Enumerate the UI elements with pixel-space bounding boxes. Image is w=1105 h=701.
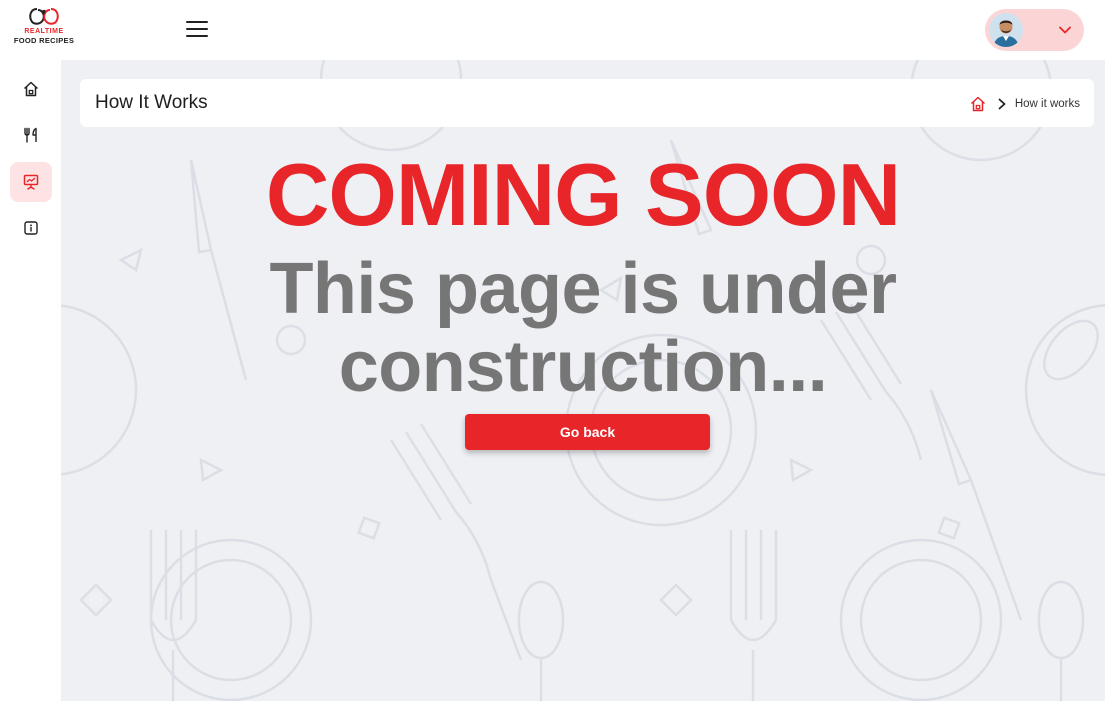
- sidebar-item-home[interactable]: [10, 69, 52, 109]
- hamburger-icon[interactable]: [186, 21, 208, 39]
- home-icon[interactable]: [969, 95, 987, 113]
- main-content: How It Works How it works COMING SOON Th…: [61, 60, 1105, 701]
- sidebar-item-about[interactable]: [10, 208, 52, 248]
- home-icon: [23, 81, 39, 97]
- under-construction-text: This page is under construction...: [61, 250, 1105, 406]
- presentation-icon: [23, 174, 39, 190]
- page-header-card: How It Works How it works: [80, 79, 1094, 127]
- breadcrumb: How it works: [969, 94, 1080, 114]
- under-construction-line2: construction...: [338, 327, 828, 407]
- sidebar: [0, 60, 61, 701]
- top-bar: REALTIME FOOD RECIPES: [0, 0, 1105, 60]
- breadcrumb-current: How it works: [1014, 98, 1080, 110]
- coming-soon-heading: COMING SOON: [265, 145, 901, 244]
- brand-name-line1: REALTIME: [24, 28, 64, 35]
- chevron-right-icon: [998, 98, 1006, 110]
- under-construction-line1: This page is under: [269, 249, 897, 329]
- info-icon: [24, 221, 38, 235]
- chevron-down-icon[interactable]: [1058, 23, 1072, 37]
- page-title: How It Works: [95, 92, 208, 113]
- brand-name-line2: FOOD RECIPES: [13, 36, 75, 45]
- go-back-button[interactable]: Go back: [465, 414, 710, 450]
- logo-icon: [29, 8, 59, 25]
- brand-logo[interactable]: REALTIME FOOD RECIPES: [6, 6, 82, 54]
- fork-knife-icon: [24, 127, 37, 143]
- profile-menu[interactable]: [985, 9, 1084, 51]
- avatar[interactable]: [989, 13, 1023, 47]
- sidebar-item-recipes[interactable]: [10, 115, 52, 155]
- sidebar-item-how-it-works[interactable]: [10, 162, 52, 202]
